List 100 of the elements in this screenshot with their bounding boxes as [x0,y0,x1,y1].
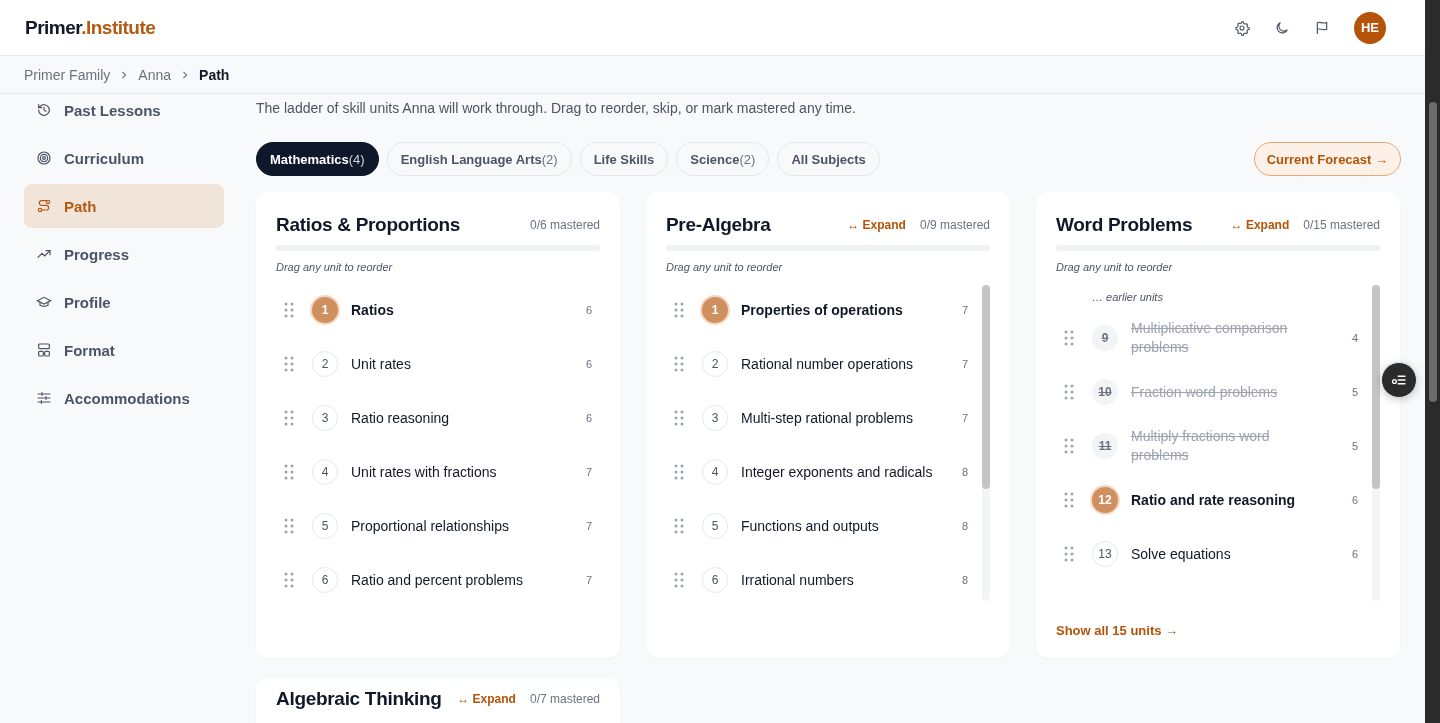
logo[interactable]: Primer.Institute [25,16,156,39]
unit-title[interactable]: Ratio reasoning [351,408,578,428]
mastered-count: 0/15 mastered [1303,218,1380,232]
unit-title[interactable]: Functions and outputs [741,516,954,536]
subject-tab[interactable]: English Language Arts(2) [386,142,572,176]
mastered-count: 0/7 mastered [529,692,600,706]
unit-title[interactable]: Multi-step rational problems [741,408,954,428]
unit-number: 10 [1092,379,1118,405]
drag-handle-icon[interactable] [284,464,294,480]
moon-icon[interactable] [1274,19,1290,36]
lesson-count: 6 [1350,494,1358,506]
drag-handle-icon[interactable] [284,518,294,534]
unit-number: 1 [312,297,338,323]
drag-handle-icon[interactable] [674,356,684,372]
expand-link[interactable]: ↔ Expand [847,218,906,232]
lesson-count: 7 [584,520,592,532]
sidebar-item[interactable]: Curriculum [24,136,224,180]
graduation-cap-icon [36,294,52,310]
subject-tab[interactable]: All Subjects [777,142,880,176]
floating-button[interactable] [1381,362,1417,398]
lesson-count: 6 [584,412,592,424]
unit-title[interactable]: Irrational numbers [741,570,954,590]
chevron-icon [181,70,190,79]
mastered-count: 0/9 mastered [919,218,990,232]
drag-handle-icon[interactable] [674,518,684,534]
subject-tab[interactable]: Life Skills [579,142,669,176]
scrollbar[interactable] [982,285,990,601]
lesson-count: 7 [584,466,592,478]
lesson-count: 6 [1350,548,1358,560]
target-icon [36,150,52,166]
layout-icon [36,342,52,358]
card-title: Algebraic Thinking [276,688,443,710]
drag-handle-icon[interactable] [674,464,684,480]
sidebar-item[interactable]: Past Lessons [24,88,224,132]
unit-title[interactable]: Unit rates [351,354,578,374]
hint-text: Drag any unit to reorder [666,261,784,273]
unit-title[interactable]: Unit rates with fractions [351,462,578,482]
drag-handle-icon[interactable] [1064,384,1074,400]
drag-handle-icon[interactable] [284,302,294,318]
forecast-button[interactable]: Current Forecast → [1253,142,1401,176]
drag-handle-icon[interactable] [284,572,294,588]
settings-icon[interactable] [1234,19,1250,36]
drag-handle-icon[interactable] [674,410,684,426]
subject-tab[interactable]: Mathematics(4) [256,142,379,176]
lesson-count: 8 [960,574,968,586]
lesson-count: 6 [584,304,592,316]
route-icon [36,198,52,214]
unit-number: 1 [702,297,728,323]
unit-title[interactable]: Solve equations [1131,544,1344,564]
lesson-count: 7 [584,574,592,586]
lesson-count: 5 [1350,440,1358,452]
unit-title[interactable]: Integer exponents and radicals [741,462,954,482]
expand-link[interactable]: ↔ Expand [457,692,516,706]
unit-title[interactable]: Proportional relationships [351,516,578,536]
drag-handle-icon[interactable] [674,302,684,318]
lesson-count: 6 [584,358,592,370]
user-avatar[interactable]: HE [1354,11,1386,44]
lesson-count: 7 [960,358,968,370]
card-title: Ratios & Proportions [276,214,461,236]
drag-handle-icon[interactable] [1064,330,1074,346]
card-title: Word Problems [1056,214,1194,236]
scrollbar[interactable] [1372,285,1380,601]
drag-handle-icon[interactable] [1064,546,1074,562]
subject-tab[interactable]: Science(2) [676,142,770,176]
lesson-count: 7 [960,304,968,316]
earlier-units-note: … earlier units [1091,290,1164,305]
history-icon [36,102,52,118]
unit-number: 12 [1092,487,1118,513]
unit-title[interactable]: Properties of operations [741,300,954,320]
lesson-count: 7 [960,412,968,424]
sliders-icon [36,390,52,406]
mastered-count: 0/6 mastered [529,218,600,232]
unit-title[interactable]: Ratio and rate reasoning [1131,490,1344,510]
sidebar-item[interactable]: Format [24,328,224,372]
breadcrumb-link[interactable]: Anna [138,66,172,83]
unit-title[interactable]: Ratios [351,300,578,320]
sidebar-item[interactable]: Path [24,184,224,228]
lesson-count: 5 [1350,386,1358,398]
flag-icon[interactable] [1314,19,1330,36]
hint-text: Drag any unit to reorder [276,261,394,273]
lesson-count: 4 [1350,332,1358,344]
expand-link[interactable]: ↔ Expand [1230,218,1290,232]
card-title: Pre-Algebra [666,214,772,236]
unit-title[interactable]: Rational number operations [741,354,954,374]
unit-number: 11 [1092,433,1118,459]
drag-handle-icon[interactable] [1064,492,1074,508]
show-all-link[interactable]: Show all 15 units → [1056,623,1179,638]
lesson-count: 8 [960,466,968,478]
sidebar-item[interactable]: Profile [24,280,224,324]
drag-handle-icon[interactable] [1064,438,1074,454]
sidebar-item[interactable]: Accommodations [24,376,224,420]
chevron-icon [120,70,129,79]
drag-handle-icon[interactable] [284,356,294,372]
drag-handle-icon[interactable] [284,410,294,426]
description: The ladder of skill units Anna will work through. Drag to reorder, skip, or mark mastered any time. [256,99,857,116]
unit-title[interactable]: Ratio and percent problems [351,570,578,590]
breadcrumb-link[interactable]: Primer Family [24,66,111,83]
drag-handle-icon[interactable] [674,572,684,588]
window-scrollbar[interactable] [1425,0,1440,723]
sidebar-item[interactable]: Progress [24,232,224,276]
